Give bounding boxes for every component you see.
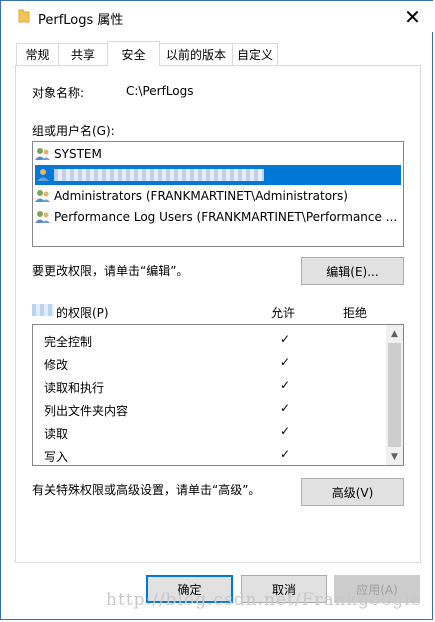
check-icon: ✓ <box>280 447 291 461</box>
user-group-icon <box>35 190 50 202</box>
watermark: http://blog.csdn.net/Frankgoogle <box>106 590 422 610</box>
folder-icon <box>18 9 30 23</box>
permission-row: 读取和执行 ✓ <box>44 378 291 395</box>
permission-row: 修改 ✓ <box>44 355 291 372</box>
object-name-label: 对象名称: <box>32 86 85 100</box>
redacted-user-name <box>54 169 264 181</box>
tab-previous-versions[interactable]: 以前的版本 <box>159 43 233 65</box>
list-item[interactable]: Administrators (FRANKMARTINET\Administra… <box>35 186 401 206</box>
permissions-label: 的权限(P) <box>56 306 109 320</box>
scroll-thumb[interactable] <box>388 343 401 447</box>
security-panel: 对象名称: C:\PerfLogs 组或用户名(G): SYSTEM Admin… <box>15 65 421 563</box>
object-name-value: C:\PerfLogs <box>126 84 194 98</box>
scroll-down-arrow[interactable]: ▼ <box>386 448 403 465</box>
deny-header: 拒绝 <box>343 306 368 320</box>
tab-general[interactable]: 常规 <box>16 43 59 65</box>
user-name: SYSTEM <box>54 147 102 161</box>
user-name: Administrators (FRANKMARTINET\Administra… <box>54 189 348 203</box>
tab-customize[interactable]: 自定义 <box>232 43 278 65</box>
scroll-up-arrow[interactable]: ▲ <box>386 325 403 342</box>
list-item[interactable]: Performance Log Users (FRANKMARTINET\Per… <box>35 207 401 227</box>
properties-window: PerfLogs 属性 ✕ 常规 共享 安全 以前的版本 自定义 对象名称: C… <box>0 0 434 620</box>
allow-header: 允许 <box>271 306 296 320</box>
group-users-label: 组或用户名(G): <box>32 124 115 138</box>
permission-row: 完全控制 ✓ <box>44 332 291 349</box>
list-item[interactable]: SYSTEM <box>35 144 401 164</box>
permission-row: 读取 ✓ <box>44 424 291 441</box>
user-group-icon <box>35 148 50 160</box>
edit-button[interactable]: 编辑(E)... <box>301 257 404 285</box>
advanced-button[interactable]: 高级(V) <box>301 478 404 506</box>
advanced-hint: 有关特殊权限或高级设置，请单击“高级”。 <box>32 483 261 497</box>
redacted-permission-owner <box>32 304 54 316</box>
vertical-scrollbar[interactable]: ▲ ▼ <box>386 325 403 465</box>
user-group-icon <box>35 211 50 223</box>
check-icon: ✓ <box>280 355 291 369</box>
permission-row: 列出文件夹内容 ✓ <box>44 401 291 418</box>
title-bar: PerfLogs 属性 ✕ <box>1 1 434 32</box>
close-icon: ✕ <box>404 4 421 29</box>
check-icon: ✓ <box>280 332 291 346</box>
check-icon: ✓ <box>280 401 291 415</box>
user-list[interactable]: SYSTEM Administrators (FRANKMARTINET\Adm… <box>32 141 404 247</box>
close-button[interactable]: ✕ <box>391 1 434 32</box>
check-icon: ✓ <box>280 424 291 438</box>
user-icon <box>37 169 49 181</box>
edit-hint: 要更改权限，请单击“编辑”。 <box>32 264 189 278</box>
tab-security[interactable]: 安全 <box>107 41 160 66</box>
check-icon: ✓ <box>280 378 291 392</box>
permissions-list[interactable]: 完全控制 ✓ 修改 ✓ 读取和执行 ✓ 列出文件夹内容 ✓ 读取 ✓ 写入 ✓ <box>32 324 404 466</box>
permission-row: 写入 ✓ <box>44 447 291 464</box>
tab-sharing[interactable]: 共享 <box>58 43 108 65</box>
user-name: Performance Log Users (FRANKMARTINET\Per… <box>54 210 398 224</box>
list-item-selected[interactable] <box>35 165 401 185</box>
window-title: PerfLogs 属性 <box>38 13 124 28</box>
